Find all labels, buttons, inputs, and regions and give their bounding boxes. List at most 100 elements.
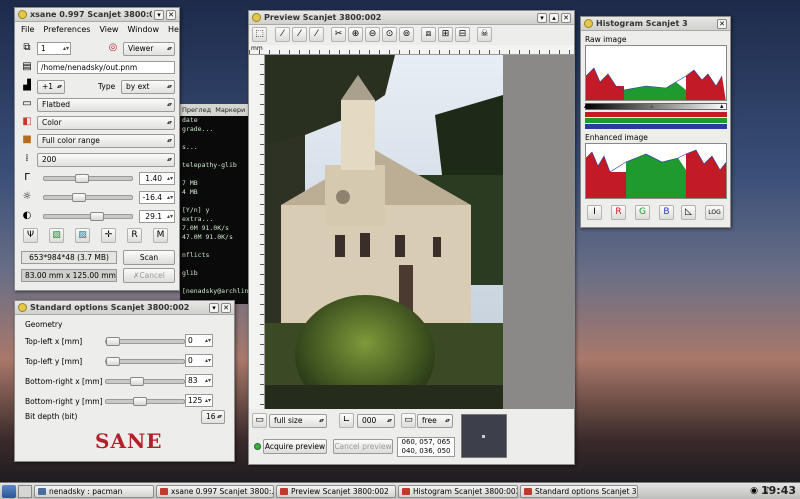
menu-preferences[interactable]: Preferences <box>43 25 90 34</box>
minimize-button[interactable]: ▾ <box>537 12 547 23</box>
batch-icon[interactable]: ⊞ <box>438 27 453 42</box>
zoom-out-icon[interactable]: ⊖ <box>365 27 380 42</box>
terminal-menu-bookmarks[interactable]: Маркери <box>215 106 245 114</box>
intensity-gradient-bar[interactable]: ▴ ▴ ▴ <box>584 102 727 110</box>
blue-toggle-icon[interactable]: B <box>659 205 674 220</box>
resolution-select[interactable]: 200 <box>37 153 175 167</box>
zoom-in-icon[interactable]: ⊕ <box>348 27 363 42</box>
clock[interactable]: 19:43 <box>761 483 796 499</box>
color-mode-select[interactable]: Color <box>37 116 175 130</box>
intensity-toggle-icon[interactable]: I <box>587 205 602 220</box>
brightness-spinner[interactable]: -16.4 <box>139 191 175 204</box>
brightness-slider-knob[interactable] <box>72 193 86 202</box>
window-menu-icon[interactable] <box>18 303 27 312</box>
contrast-slider[interactable] <box>43 212 133 221</box>
save-icon[interactable]: ▤ <box>21 61 33 73</box>
mode-select[interactable]: Viewer <box>123 42 175 56</box>
task-preview[interactable]: Preview Scanjet 3800:002 <box>276 484 396 498</box>
bottomright-x-knob[interactable] <box>130 377 144 386</box>
window-menu-icon[interactable] <box>18 10 27 19</box>
bottomright-y-spinner[interactable]: 125 <box>185 394 213 407</box>
auto-enhance-icon[interactable]: ▨ <box>49 228 64 243</box>
pixel-mode-icon[interactable]: ◺ <box>681 205 696 220</box>
zoom-select[interactable]: full size <box>269 414 327 428</box>
gamma-spinner[interactable]: 1.40 <box>139 172 175 185</box>
close-button[interactable]: ✕ <box>166 9 176 20</box>
zoom-undo-icon[interactable]: ⊙ <box>382 27 397 42</box>
terminal-window[interactable]: Преглед Маркери date grade... s... telep… <box>180 104 250 304</box>
default-enhance-icon[interactable]: ▨ <box>75 228 90 243</box>
close-button[interactable]: ✕ <box>561 12 571 23</box>
topleft-y-knob[interactable] <box>106 357 120 366</box>
bottomright-y-knob[interactable] <box>133 397 147 406</box>
pipette-white-icon[interactable]: ⁄ <box>275 27 290 42</box>
store-icon[interactable]: M <box>153 228 168 243</box>
pipette-icon[interactable]: Ψ <box>23 228 38 243</box>
xsane-main-window[interactable]: xsane 0.997 Scanjet 3800:002 ▾ ✕ File Pr… <box>14 7 180 291</box>
log-toggle-button[interactable]: LOG <box>705 205 724 220</box>
grid-icon[interactable]: ⊟ <box>455 27 470 42</box>
topleft-x-knob[interactable] <box>106 337 120 346</box>
window-menu-icon[interactable] <box>252 13 261 22</box>
green-toggle-icon[interactable]: G <box>635 205 650 220</box>
topleft-y-slider[interactable] <box>105 357 185 366</box>
preview-image[interactable] <box>265 55 503 409</box>
terminal-menu-view[interactable]: Преглед <box>182 106 211 114</box>
gamma-slider-knob[interactable] <box>75 174 89 183</box>
minimize-button[interactable]: ▾ <box>209 302 219 313</box>
topleft-x-slider[interactable] <box>105 337 185 346</box>
task-terminal[interactable]: nenadsky : pacman <box>34 484 154 498</box>
pipette-black-icon[interactable]: ⁄ <box>309 27 324 42</box>
bottomright-y-slider[interactable] <box>105 397 185 406</box>
menu-window[interactable]: Window <box>127 25 159 34</box>
task-standard-options[interactable]: Standard options Scanjet 3... <box>520 484 638 498</box>
std-options-titlebar[interactable]: Standard options Scanjet 3800:002 ▾ ✕ <box>15 301 234 315</box>
preview-window[interactable]: Preview Scanjet 3800:002 ▾ ▴ ✕ ⬚ ⁄ ⁄ ⁄ ✂… <box>248 10 575 465</box>
scan-button[interactable]: Scan <box>123 250 175 265</box>
menu-help[interactable]: Help <box>168 25 179 34</box>
preview-titlebar[interactable]: Preview Scanjet 3800:002 ▾ ▴ ✕ <box>249 11 574 25</box>
color-range-select[interactable]: Full color range <box>37 134 175 148</box>
color-sync-icon[interactable]: ✛ <box>101 228 116 243</box>
gamma-slider[interactable] <box>43 174 133 183</box>
aspect-select[interactable]: free <box>417 414 453 428</box>
desktop-pager-icon[interactable] <box>18 484 32 498</box>
minimize-button[interactable]: ▾ <box>154 9 164 20</box>
bottomright-x-slider[interactable] <box>105 377 185 386</box>
preview-area[interactable] <box>265 55 574 409</box>
step-select[interactable]: +1 <box>37 80 65 94</box>
restore-icon[interactable]: R <box>127 228 142 243</box>
bottomright-x-spinner[interactable]: 83 <box>185 374 213 387</box>
full-area-icon[interactable]: ⧈ <box>421 27 436 42</box>
network-tray-icon[interactable]: ◉ <box>750 486 758 496</box>
pipette-gray-icon[interactable]: ⁄ <box>292 27 307 42</box>
red-toggle-icon[interactable]: R <box>611 205 626 220</box>
bit-depth-select[interactable]: 16 <box>201 410 225 424</box>
select-area-icon[interactable]: ⬚ <box>252 27 267 42</box>
task-xsane[interactable]: xsane 0.997 Scanjet 3800:... <box>156 484 274 498</box>
autoselect-icon[interactable]: ✂ <box>331 27 346 42</box>
xsane-titlebar[interactable]: xsane 0.997 Scanjet 3800:002 ▾ ✕ <box>15 8 179 22</box>
window-menu-icon[interactable] <box>584 19 593 28</box>
contrast-slider-knob[interactable] <box>90 212 104 221</box>
zoom-full-icon[interactable]: ⊚ <box>399 27 414 42</box>
histogram-titlebar[interactable]: Histogram Scanjet 3 ✕ <box>581 17 730 31</box>
menu-file[interactable]: File <box>21 25 34 34</box>
task-histogram[interactable]: Histogram Scanjet 3800:002 <box>398 484 518 498</box>
acquire-preview-button[interactable]: Acquire preview <box>263 439 327 454</box>
start-menu-icon[interactable] <box>2 484 16 498</box>
topleft-y-spinner[interactable]: 0 <box>185 354 213 367</box>
source-select[interactable]: Flatbed <box>37 98 175 112</box>
close-button[interactable]: ✕ <box>717 18 727 29</box>
maximize-button[interactable]: ▴ <box>549 12 559 23</box>
brightness-slider[interactable] <box>43 193 133 202</box>
delete-images-icon[interactable]: ☠ <box>477 27 492 42</box>
histogram-window[interactable]: Histogram Scanjet 3 ✕ Raw image ▴ ▴ ▴ En… <box>580 16 731 228</box>
black-point-marker-icon[interactable]: ▴ <box>584 102 588 110</box>
rotation-select[interactable]: 000 <box>357 414 395 428</box>
cancel-preview-button[interactable]: Cancel preview <box>333 439 393 454</box>
white-point-marker-icon[interactable]: ▴ <box>720 102 724 110</box>
cancel-button[interactable]: ✗Cancel <box>123 268 175 283</box>
copies-spinner[interactable]: 1 <box>37 42 71 55</box>
topleft-x-spinner[interactable]: 0 <box>185 334 213 347</box>
